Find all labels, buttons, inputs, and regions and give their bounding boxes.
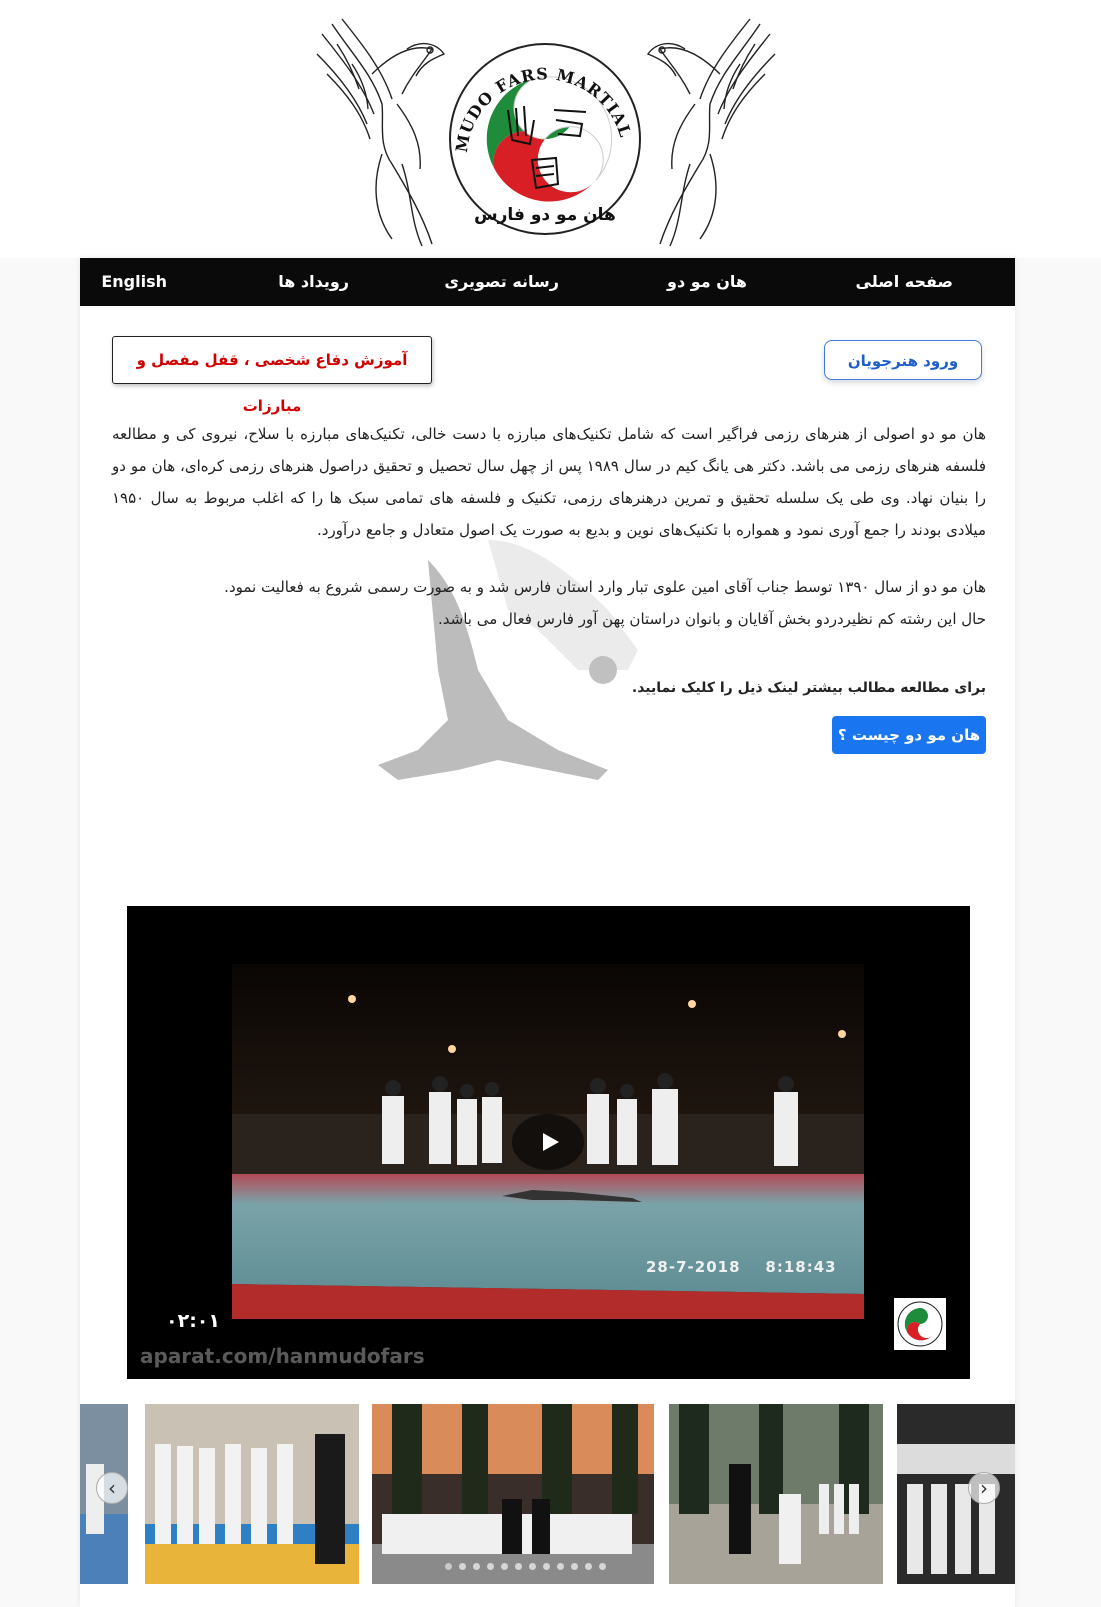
play-button[interactable] [512, 1114, 584, 1170]
gallery-dot[interactable] [473, 1563, 480, 1570]
read-more-text: برای مطالعه مطالب بیشتر لینک ذیل را کلیک… [631, 680, 986, 696]
gallery-dot[interactable] [501, 1563, 508, 1570]
slide-line-of-students[interactable] [145, 1404, 359, 1584]
nav-hanmudo[interactable]: هان مو دو [667, 258, 747, 306]
slide-group-photo-night[interactable] [372, 1404, 654, 1584]
gallery-dot[interactable] [557, 1563, 564, 1570]
intro-paragraph: هان مو دو اصولی از هنرهای رزمی فراگیر اس… [112, 425, 987, 539]
martial-arts-throw-watermark [378, 540, 638, 780]
chevron-right-icon[interactable]: › [968, 1472, 1000, 1504]
video-timestamp: 28-7-2018 8:18:43 [646, 1258, 837, 1276]
nav-media[interactable]: رسانه تصویری [444, 258, 559, 306]
gallery-dot[interactable] [571, 1563, 578, 1570]
phoenix-left-icon [316, 18, 446, 247]
slide-certificate-ceremony[interactable] [669, 1404, 883, 1584]
gallery-dot[interactable] [585, 1563, 592, 1570]
site-header: HANMUDO FARS MARTIAL ARTS هان مو دو فارس [0, 0, 1101, 258]
hanmudo-logo: HANMUDO FARS MARTIAL ARTS هان مو دو فارس [446, 40, 641, 235]
video-logo-icon [894, 1298, 946, 1350]
gallery-dot[interactable] [459, 1563, 466, 1570]
intro-text: هان مو دو اصولی از هنرهای رزمی فراگیر اس… [112, 418, 986, 546]
gallery-dot[interactable] [599, 1563, 606, 1570]
photo-gallery [80, 1404, 1015, 1584]
main-navbar: صفحه اصلی هان مو دو رسانه تصویری رویداد … [80, 258, 1015, 306]
chevron-left-icon[interactable]: ‹ [96, 1472, 128, 1504]
active-text: حال این رشته کم نظیردردو بخش آقایان و با… [438, 610, 986, 628]
nav-english[interactable]: English [101, 258, 167, 306]
what-is-hanmudo-button[interactable]: هان مو دو چیست ؟ [832, 716, 986, 754]
nav-events[interactable]: رویداد ها [278, 258, 349, 306]
founded-text: هان مو دو از سال ۱۳۹۰ توسط جناب آقای امی… [224, 578, 986, 596]
student-login-button[interactable]: ورود هنرجویان [824, 340, 982, 380]
gallery-dot[interactable] [515, 1563, 522, 1570]
nav-home[interactable]: صفحه اصلی [856, 258, 953, 306]
phoenix-right-icon [646, 18, 776, 247]
gallery-dot[interactable] [487, 1563, 494, 1570]
gallery-dot[interactable] [543, 1563, 550, 1570]
svg-text:هان مو دو فارس: هان مو دو فارس [474, 205, 616, 225]
gallery-dot[interactable] [445, 1563, 452, 1570]
gallery-dot[interactable] [529, 1563, 536, 1570]
promo-banner[interactable]: آموزش دفاع شخصی ، قفل مفصل و مبارزات [112, 336, 432, 415]
video-channel-watermark: aparat.com/hanmudofars [140, 1344, 425, 1368]
video-duration: ۰۲:۰۱ [166, 1310, 220, 1332]
